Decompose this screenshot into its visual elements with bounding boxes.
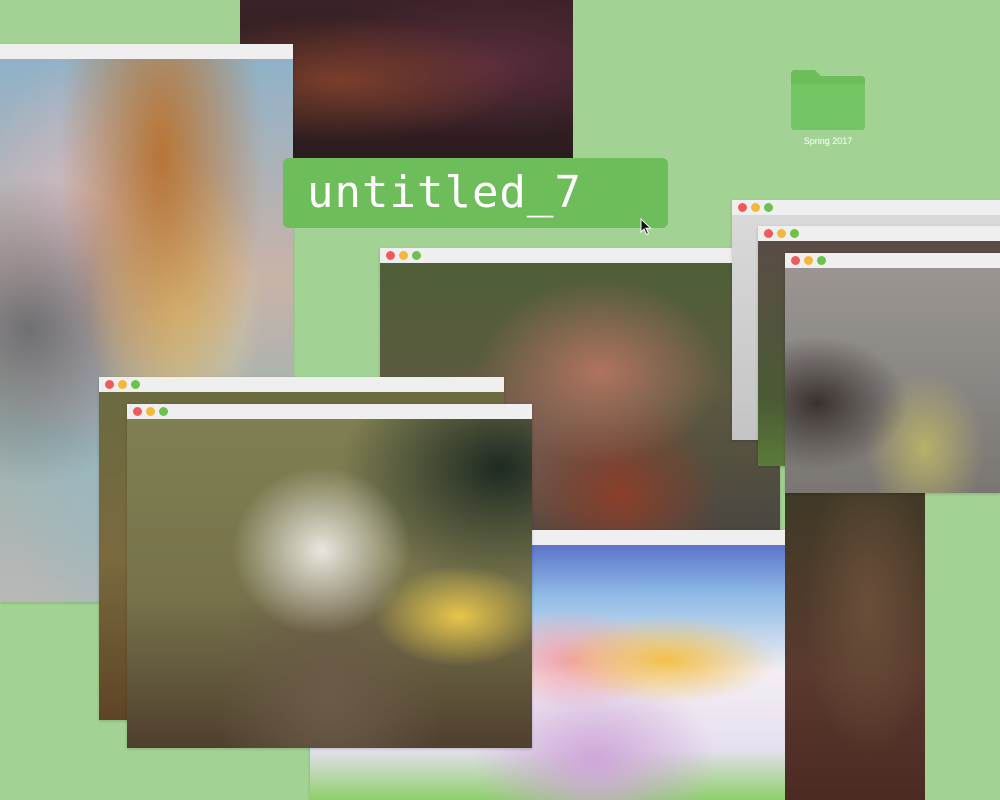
close-button[interactable]: [105, 380, 114, 389]
folder-label[interactable]: Spring 2017: [780, 136, 876, 146]
minimize-button[interactable]: [146, 407, 155, 416]
window-titlebar[interactable]: [758, 226, 1000, 241]
minimize-button[interactable]: [777, 229, 786, 238]
window-titlebar[interactable]: [99, 377, 504, 392]
zoom-button[interactable]: [764, 203, 773, 212]
window-titlebar[interactable]: [380, 248, 780, 263]
rename-field-text[interactable]: untitled_7: [307, 166, 582, 220]
photo-window-left-front[interactable]: [127, 404, 532, 748]
arrow-cursor-icon: [640, 217, 652, 236]
blurred-photo: [785, 480, 925, 800]
close-button[interactable]: [738, 203, 747, 212]
folder-icon[interactable]: [791, 70, 865, 130]
minimize-button[interactable]: [399, 251, 408, 260]
zoom-button[interactable]: [159, 407, 168, 416]
window-titlebar[interactable]: [785, 253, 1000, 268]
minimize-button[interactable]: [751, 203, 760, 212]
close-button[interactable]: [791, 256, 800, 265]
close-button[interactable]: [764, 229, 773, 238]
close-button[interactable]: [133, 407, 142, 416]
blurred-photo: [785, 268, 1000, 493]
zoom-button[interactable]: [790, 229, 799, 238]
window-titlebar[interactable]: [127, 404, 532, 419]
rename-field[interactable]: untitled_7: [283, 158, 668, 228]
zoom-button[interactable]: [131, 380, 140, 389]
window-titlebar[interactable]: [0, 44, 293, 59]
window-titlebar[interactable]: [732, 200, 1000, 215]
minimize-button[interactable]: [118, 380, 127, 389]
zoom-button[interactable]: [817, 256, 826, 265]
close-button[interactable]: [386, 251, 395, 260]
photo-window-right-tall[interactable]: [785, 480, 925, 800]
photo-window-right-front[interactable]: [785, 253, 1000, 493]
blurred-photo: [127, 419, 532, 748]
minimize-button[interactable]: [804, 256, 813, 265]
zoom-button[interactable]: [412, 251, 421, 260]
